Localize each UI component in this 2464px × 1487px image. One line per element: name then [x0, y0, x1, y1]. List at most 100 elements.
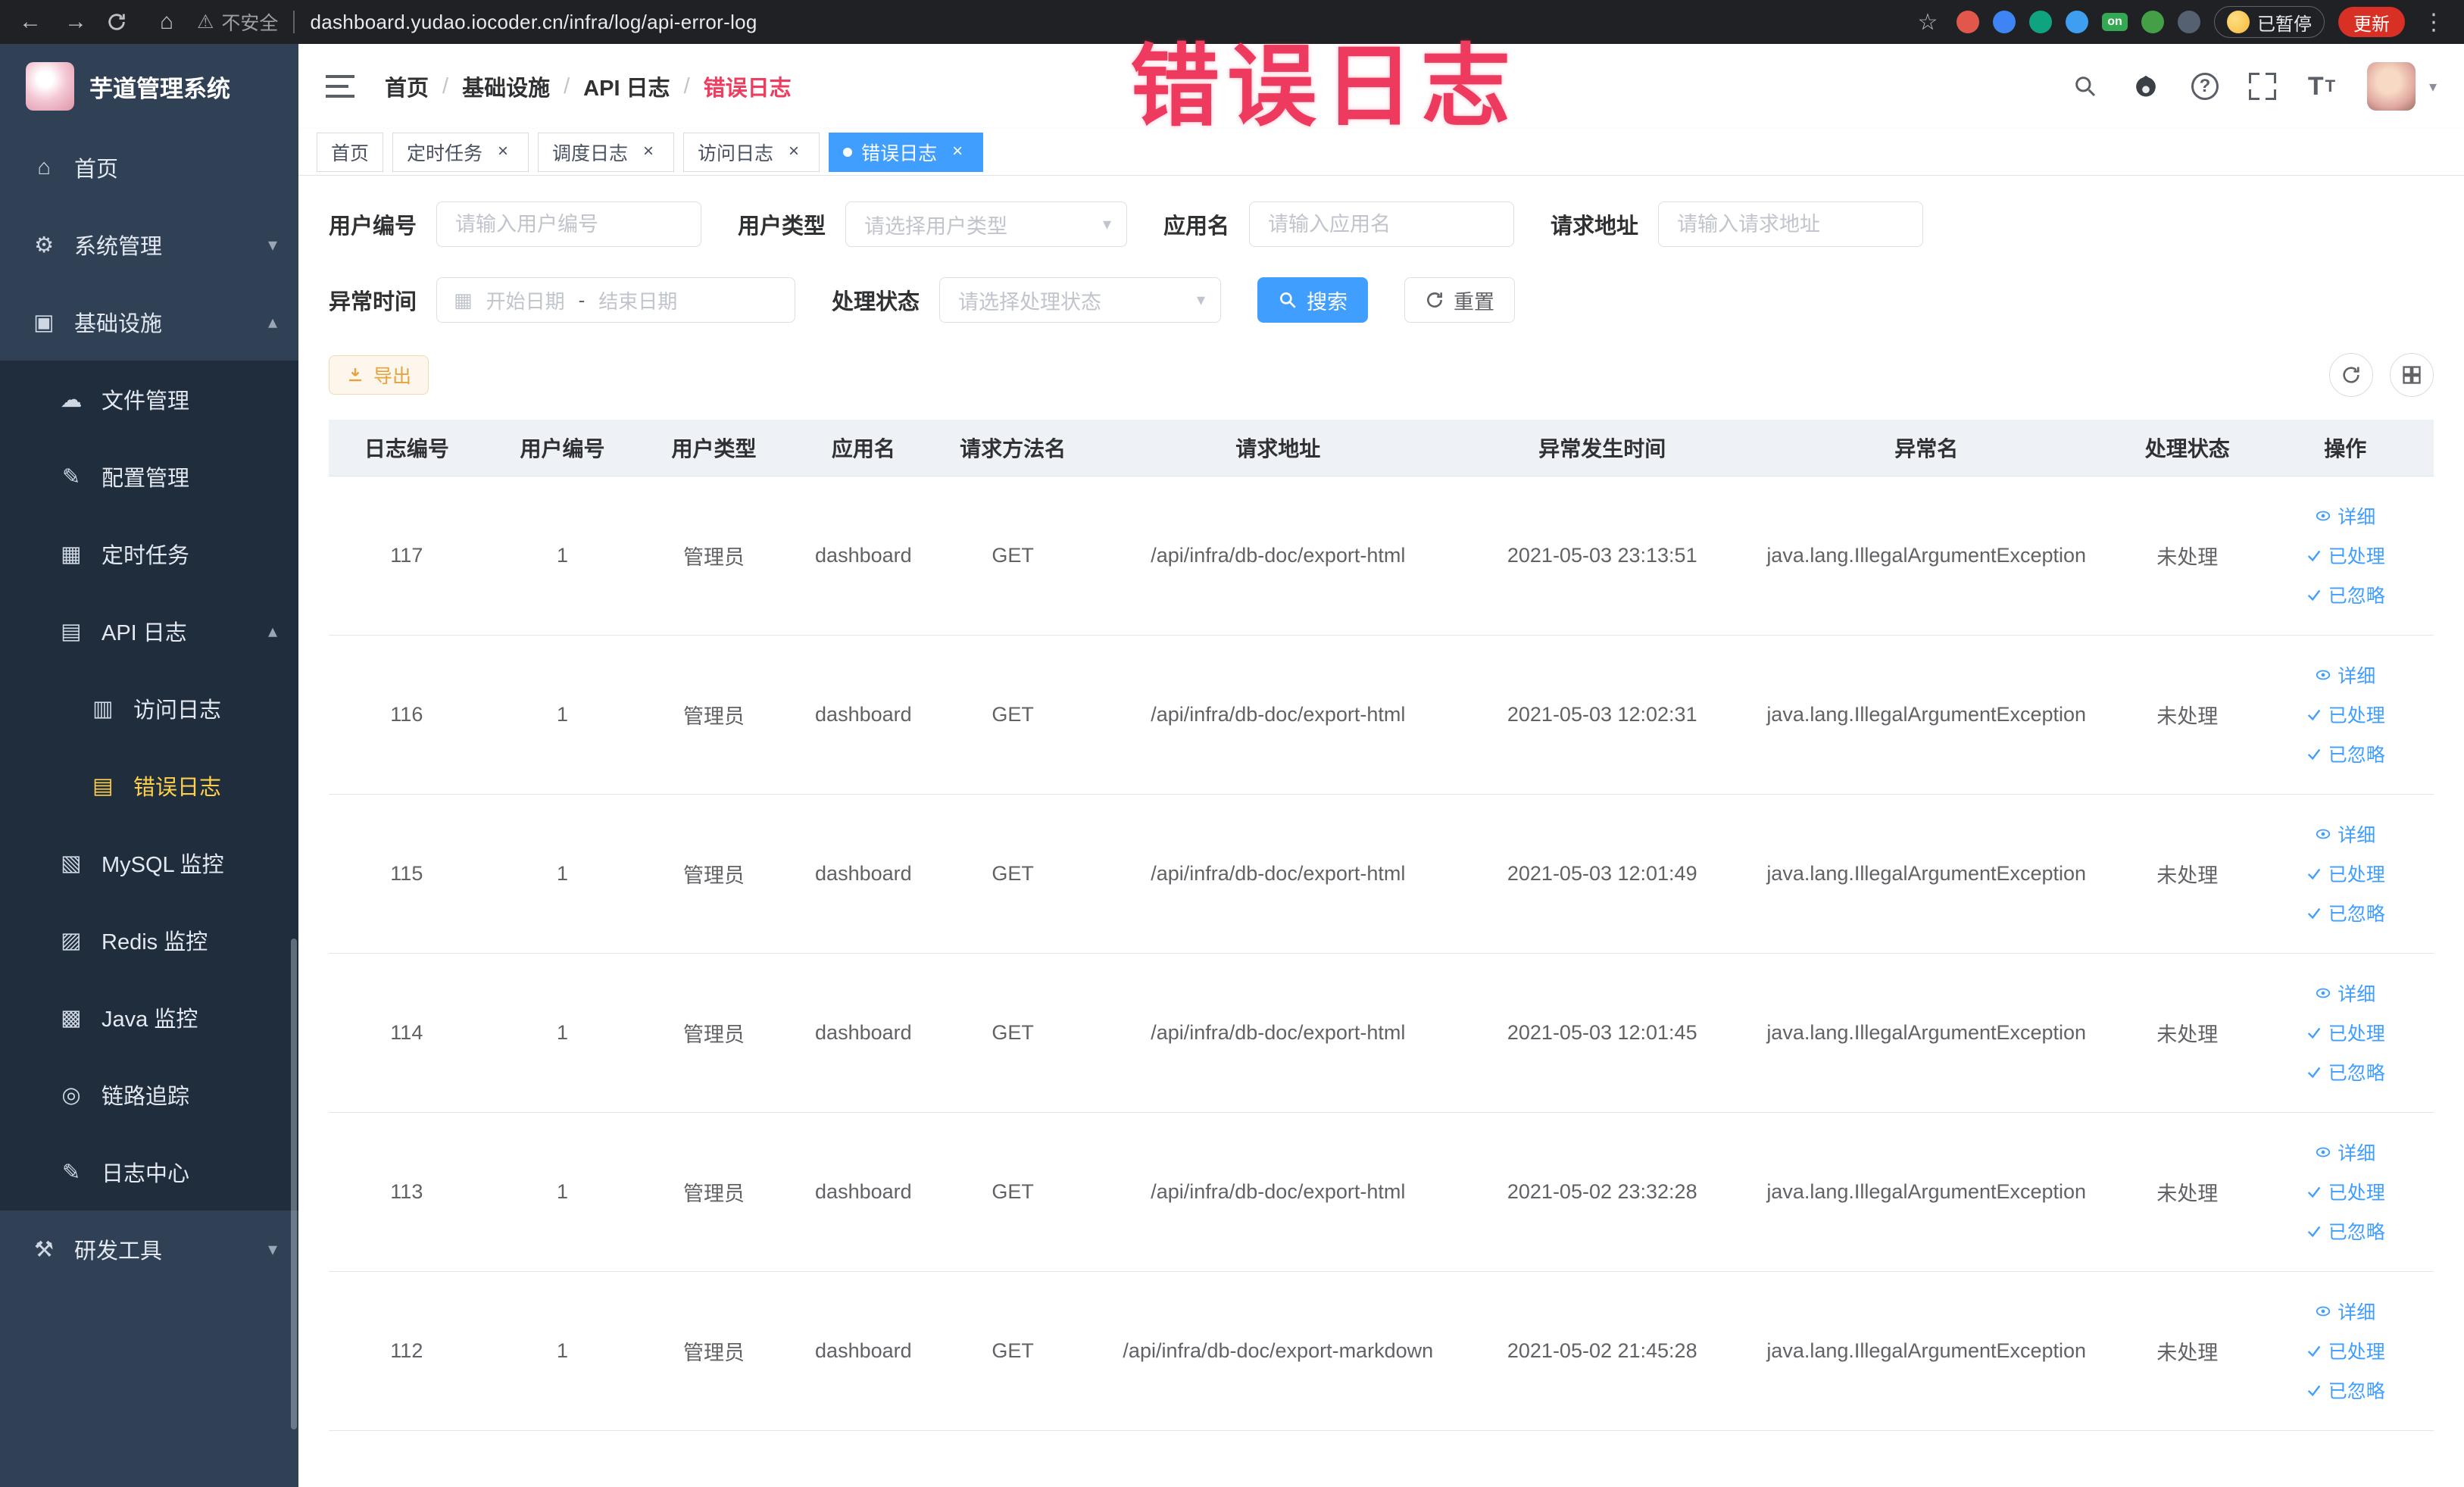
- kebab-menu-icon[interactable]: ⋮: [2419, 9, 2449, 36]
- forward-icon[interactable]: →: [61, 9, 91, 35]
- mark-processed-link[interactable]: 已处理: [2306, 1019, 2385, 1046]
- font-size-icon[interactable]: T T: [2306, 71, 2337, 102]
- sidebar-item-home[interactable]: ⌂ 首页: [0, 129, 298, 206]
- top-navbar: 首页 / 基础设施 / API 日志 / 错误日志 ? T T ▾: [298, 44, 2464, 129]
- sidebar-item-mysql[interactable]: ▧ MySQL 监控: [0, 824, 298, 901]
- table-toolbar: 导出: [329, 353, 2434, 397]
- close-icon[interactable]: ×: [946, 141, 969, 164]
- chevron-down-icon: ▾: [1102, 214, 1112, 233]
- tampermonkey-paused-badge[interactable]: 已暂停: [2214, 6, 2325, 38]
- sidebar-item-log-center[interactable]: ✎ 日志中心: [0, 1133, 298, 1211]
- user-type-select[interactable]: 请选择用户类型 ▾: [845, 201, 1128, 247]
- date-range-picker[interactable]: ▦ 开始日期 - 结束日期: [436, 277, 796, 323]
- sidebar-item-label: 链路追踪: [101, 1085, 190, 1109]
- mark-ignored-link[interactable]: 已忽略: [2306, 1217, 2385, 1245]
- home-icon[interactable]: ⌂: [151, 9, 182, 35]
- search-button[interactable]: 搜索: [1257, 277, 1369, 323]
- cell-request-url: /api/infra/db-doc/export-markdown: [1086, 1271, 1470, 1431]
- extension-icon-5[interactable]: [2141, 11, 2164, 33]
- search-icon[interactable]: [2070, 71, 2100, 102]
- tag-access-log[interactable]: 访问日志 ×: [683, 132, 820, 172]
- request-url-input[interactable]: [1658, 201, 1924, 247]
- close-icon[interactable]: ×: [637, 141, 660, 164]
- app-name-input[interactable]: [1249, 201, 1515, 247]
- user-id-input[interactable]: [436, 201, 702, 247]
- sidebar-item-file[interactable]: ☁ 文件管理: [0, 361, 298, 438]
- sidebar-scrollbar[interactable]: [291, 939, 297, 1429]
- cell-app-name: dashboard: [787, 635, 939, 795]
- extension-icon-6[interactable]: [2178, 11, 2200, 33]
- home-icon: ⌂: [37, 155, 51, 180]
- monkey-emoji-icon: [2227, 11, 2250, 33]
- detail-link[interactable]: 详细: [2315, 502, 2375, 530]
- refresh-table-button[interactable]: [2329, 353, 2373, 397]
- sidebar-item-system[interactable]: ⚙ 系统管理 ▾: [0, 206, 298, 283]
- extension-on-badge[interactable]: on: [2102, 13, 2128, 31]
- close-icon[interactable]: ×: [782, 141, 805, 164]
- extension-icon-2[interactable]: [1993, 11, 2016, 33]
- export-button[interactable]: 导出: [329, 355, 429, 395]
- reload-icon[interactable]: [106, 11, 136, 33]
- sidebar-item-error-log[interactable]: ▤ 错误日志: [0, 747, 298, 824]
- tag-home[interactable]: 首页: [317, 132, 384, 172]
- extension-icon-4[interactable]: [2066, 11, 2088, 33]
- close-icon[interactable]: ×: [492, 141, 514, 164]
- mark-ignored-link[interactable]: 已忽略: [2306, 1376, 2385, 1404]
- breadcrumb-item[interactable]: 基础设施: [462, 70, 550, 102]
- back-icon[interactable]: ←: [15, 9, 45, 35]
- caret-down-icon[interactable]: ▾: [2429, 77, 2437, 96]
- mark-ignored-link[interactable]: 已忽略: [2306, 899, 2385, 926]
- chrome-update-button[interactable]: 更新: [2338, 7, 2405, 37]
- detail-link[interactable]: 详细: [2315, 1139, 2375, 1166]
- tag-error-log[interactable]: 错误日志 ×: [829, 132, 984, 172]
- help-icon[interactable]: ?: [2191, 73, 2219, 100]
- breadcrumb-item[interactable]: API 日志: [583, 70, 670, 102]
- fullscreen-icon[interactable]: [2248, 73, 2276, 100]
- monitor-icon: ▣: [33, 310, 55, 335]
- tag-label: 访问日志: [698, 142, 774, 164]
- sidebar-item-api-log[interactable]: ▤ API 日志 ▴: [0, 592, 298, 670]
- sidebar-item-job[interactable]: ▦ 定时任务: [0, 515, 298, 592]
- mark-ignored-link[interactable]: 已忽略: [2306, 740, 2385, 767]
- security-indicator[interactable]: ⚠ 不安全: [197, 8, 278, 36]
- mark-ignored-link[interactable]: 已忽略: [2306, 1058, 2385, 1086]
- mark-processed-link[interactable]: 已处理: [2306, 860, 2385, 887]
- reset-button[interactable]: 重置: [1404, 277, 1516, 323]
- hamburger-icon[interactable]: [326, 75, 354, 98]
- sidebar-item-config[interactable]: ✎ 配置管理: [0, 438, 298, 515]
- bookmark-star-icon[interactable]: ☆: [1913, 9, 1943, 36]
- mark-ignored-link[interactable]: 已忽略: [2306, 581, 2385, 608]
- tag-job-log[interactable]: 调度日志 ×: [538, 132, 675, 172]
- mark-processed-link[interactable]: 已处理: [2306, 1178, 2385, 1205]
- cell-method: GET: [938, 476, 1087, 636]
- breadcrumb-item[interactable]: 首页: [385, 70, 429, 102]
- process-status-select[interactable]: 请选择处理状态 ▾: [939, 277, 1222, 323]
- col-log-id: 日志编号: [329, 420, 485, 476]
- check-icon: [2307, 589, 2321, 601]
- detail-link[interactable]: 详细: [2315, 1298, 2375, 1325]
- github-icon[interactable]: [2131, 71, 2161, 102]
- extension-icon-1[interactable]: [1957, 11, 1979, 33]
- cell-actions: 详细 已处理 已忽略: [2256, 794, 2434, 954]
- avatar[interactable]: [2366, 62, 2416, 111]
- cell-exception-time: 2021-05-02 21:45:28: [1469, 1271, 1735, 1431]
- sidebar-item-devtools[interactable]: ⚒ 研发工具 ▾: [0, 1211, 298, 1288]
- sidebar-item-trace[interactable]: ◎ 链路追踪: [0, 1056, 298, 1133]
- sidebar-item-access-log[interactable]: ▥ 访问日志: [0, 670, 298, 747]
- sidebar-item-redis[interactable]: ▨ Redis 监控: [0, 901, 298, 979]
- mark-processed-link[interactable]: 已处理: [2306, 542, 2385, 569]
- detail-link[interactable]: 详细: [2315, 979, 2375, 1007]
- detail-link[interactable]: 详细: [2315, 661, 2375, 689]
- column-settings-button[interactable]: [2390, 353, 2434, 397]
- detail-link[interactable]: 详细: [2315, 820, 2375, 848]
- extension-icon-3[interactable]: [2029, 11, 2052, 33]
- sidebar-item-java[interactable]: ▩ Java 监控: [0, 979, 298, 1056]
- sidebar-item-label: 访问日志: [133, 698, 222, 723]
- sidebar-logo[interactable]: 芋道管理系统: [0, 44, 298, 129]
- col-user-type: 用户类型: [640, 420, 788, 476]
- url-bar[interactable]: dashboard.yudao.iocoder.cn/infra/log/api…: [310, 11, 757, 34]
- mark-processed-link[interactable]: 已处理: [2306, 1337, 2385, 1364]
- sidebar-item-infra[interactable]: ▣ 基础设施 ▴: [0, 283, 298, 361]
- mark-processed-link[interactable]: 已处理: [2306, 701, 2385, 728]
- tag-job[interactable]: 定时任务 ×: [392, 132, 529, 172]
